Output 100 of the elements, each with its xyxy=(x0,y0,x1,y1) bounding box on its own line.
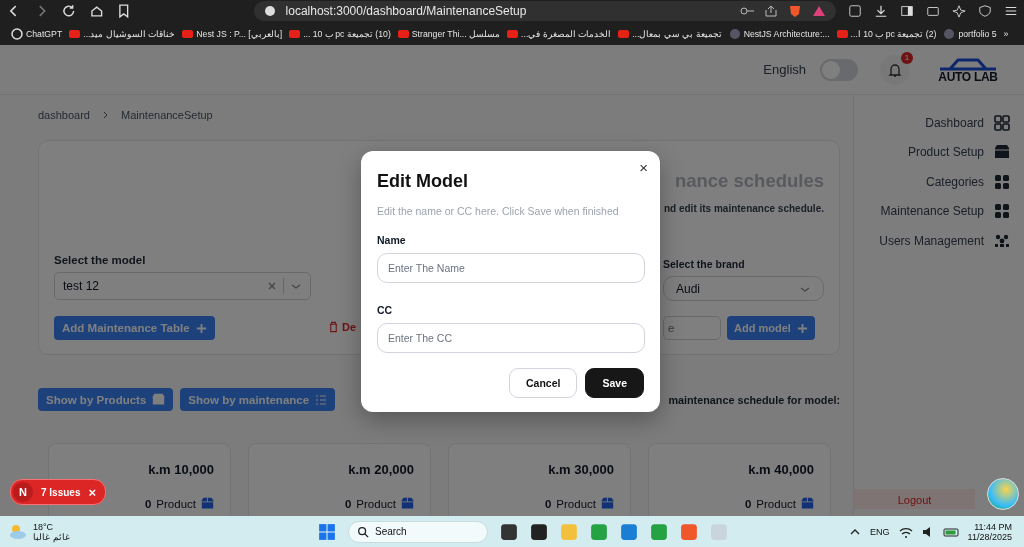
date: 11/28/2025 xyxy=(967,531,1012,542)
reload-icon[interactable] xyxy=(61,3,77,19)
screenshot-icon[interactable] xyxy=(848,4,862,18)
schedule-heading: maintenance schedule for model: xyxy=(668,393,840,406)
product-label: Product xyxy=(756,497,796,510)
video-icon xyxy=(397,29,409,38)
brand-select[interactable]: Audi xyxy=(663,276,824,301)
sidebar-item[interactable]: Dashboard xyxy=(925,108,1010,138)
more-bookmarks-button[interactable]: » xyxy=(1003,28,1023,39)
download-icon[interactable] xyxy=(874,4,888,18)
close-button[interactable]: × xyxy=(637,159,650,176)
bookmark-link[interactable]: NestJS Architecture:... xyxy=(743,28,830,39)
card-subtitle: nd edit its maintenance schedule. xyxy=(663,202,824,216)
text-field[interactable]: Enter The CC xyxy=(377,323,645,353)
sparkle-icon[interactable] xyxy=(952,4,966,18)
box-icon xyxy=(601,497,614,510)
video-icon xyxy=(618,29,630,38)
sidebar-icon[interactable] xyxy=(900,4,914,18)
logout-button[interactable]: Logout xyxy=(854,489,975,509)
temperature: 18°C xyxy=(33,521,55,532)
weather-condition: غائم غالبا xyxy=(33,531,70,542)
breadcrumb-link[interactable]: dashboard xyxy=(38,109,90,121)
taskbar-search[interactable]: Search xyxy=(348,520,488,543)
product-count: 0 xyxy=(144,497,152,510)
interval-distance: k.m 30,000 xyxy=(548,462,614,477)
delete-button[interactable]: De xyxy=(328,320,357,333)
view-button[interactable]: Show by maintenance xyxy=(180,388,336,411)
interval-distance: k.m 40,000 xyxy=(748,462,814,477)
video-icon xyxy=(289,29,301,38)
sidebar-item[interactable]: Users Management xyxy=(879,226,1010,256)
save-button[interactable]: Save xyxy=(585,368,644,398)
plus-icon xyxy=(796,322,808,334)
address-bar[interactable]: localhost:3000/dashboard/MaintenanceSetup xyxy=(253,1,836,21)
interval-card[interactable]: k.m 40,000 0 Product xyxy=(648,443,831,516)
grid-icon xyxy=(994,114,1010,131)
notification-count: 1 xyxy=(901,51,913,64)
logo-mark: N xyxy=(13,482,33,502)
video-icon xyxy=(507,29,519,38)
interval-distance: k.m 10,000 xyxy=(148,462,214,477)
bookmark-link[interactable]: portfolio 5 xyxy=(958,28,997,39)
video-icon xyxy=(182,29,194,38)
cloud-sun-icon xyxy=(8,522,28,541)
field-label: Select the model xyxy=(54,254,147,266)
breadcrumb-current: MaintenanceSetup xyxy=(121,109,213,121)
product-label: Product xyxy=(156,497,196,510)
time: 11:44 PM xyxy=(974,521,1012,532)
battery-icon[interactable] xyxy=(942,525,959,538)
wifi-icon[interactable] xyxy=(898,525,913,538)
triangle-icon[interactable] xyxy=(812,4,826,18)
sidebar-item[interactable]: Maintenance Setup xyxy=(880,196,1010,226)
bookmark-link[interactable]: ChatGPT xyxy=(26,28,63,39)
list-icon xyxy=(315,393,328,406)
notifications-button[interactable]: 1 xyxy=(880,54,910,85)
view-button[interactable]: Show by Products xyxy=(38,388,174,411)
model-name-field[interactable]: e xyxy=(663,316,721,340)
bookmark-link[interactable]: (10) تجميعة pc ب 10 ... xyxy=(303,28,391,39)
add-table-button[interactable]: Add Maintenance Table xyxy=(54,316,215,340)
logo-text: AUTO LAB xyxy=(938,70,998,83)
home-icon[interactable] xyxy=(88,3,105,19)
clock[interactable]: 11:44 PM 11/28/2025 xyxy=(967,521,1012,542)
close-icon[interactable]: × xyxy=(88,484,97,500)
bookmark-link[interactable]: Nest JS : P... [بالعربي] xyxy=(196,28,283,39)
grid-icon xyxy=(994,173,1010,190)
bookmark-link[interactable]: الخدمات المصغرة في... xyxy=(521,28,612,39)
model-select[interactable]: test 12 xyxy=(54,272,311,300)
windows-start-icon[interactable] xyxy=(318,522,336,541)
bookmark-link[interactable]: Stranger Thi... مسلسل xyxy=(411,28,501,39)
clear-icon xyxy=(267,281,277,291)
product-label: Product xyxy=(356,497,396,510)
field-label: Name xyxy=(377,234,407,246)
dialog-description: Edit the name or CC here. Click Save when finished xyxy=(377,205,620,217)
field-label: Select the brand xyxy=(663,258,745,270)
menu-icon[interactable] xyxy=(1004,4,1018,18)
share-icon[interactable] xyxy=(764,4,778,18)
cancel-button[interactable]: Cancel xyxy=(509,368,578,398)
bookmark-link[interactable]: (2) تجميعة pc ب 10 ا... xyxy=(850,28,937,39)
key-icon[interactable] xyxy=(740,4,754,18)
plus-icon xyxy=(195,322,207,334)
wallet-icon[interactable] xyxy=(926,4,940,18)
interval-card[interactable]: k.m 30,000 0 Product xyxy=(448,443,631,516)
bookmark-link[interactable]: خناقات السوشيال ميد... xyxy=(83,28,176,39)
box-icon xyxy=(152,393,166,406)
shield-icon[interactable] xyxy=(978,4,992,18)
box-icon xyxy=(801,497,814,510)
product-count: 0 xyxy=(344,497,352,510)
product-count: 0 xyxy=(744,497,752,510)
add-model-button[interactable]: Add model xyxy=(727,316,815,340)
language-label: English xyxy=(763,62,806,77)
interval-card[interactable]: k.m 20,000 0 Product xyxy=(248,443,431,516)
issues-badge[interactable]: N 7 Issues × xyxy=(10,479,107,505)
box-icon xyxy=(994,144,1010,161)
chevron-right-icon xyxy=(102,111,109,119)
box-icon xyxy=(401,497,414,510)
dialog-title: Edit Model xyxy=(377,171,469,192)
sidebar-item[interactable]: Product Setup xyxy=(907,137,1010,167)
bookmark-link[interactable]: تجميعة بي سي بمعال... xyxy=(632,28,722,39)
bell-icon xyxy=(887,61,903,78)
language-indicator[interactable]: ENG xyxy=(870,526,890,537)
text-field[interactable]: Enter The Name xyxy=(377,253,645,283)
sidebar-item[interactable]: Categories xyxy=(925,167,1010,197)
